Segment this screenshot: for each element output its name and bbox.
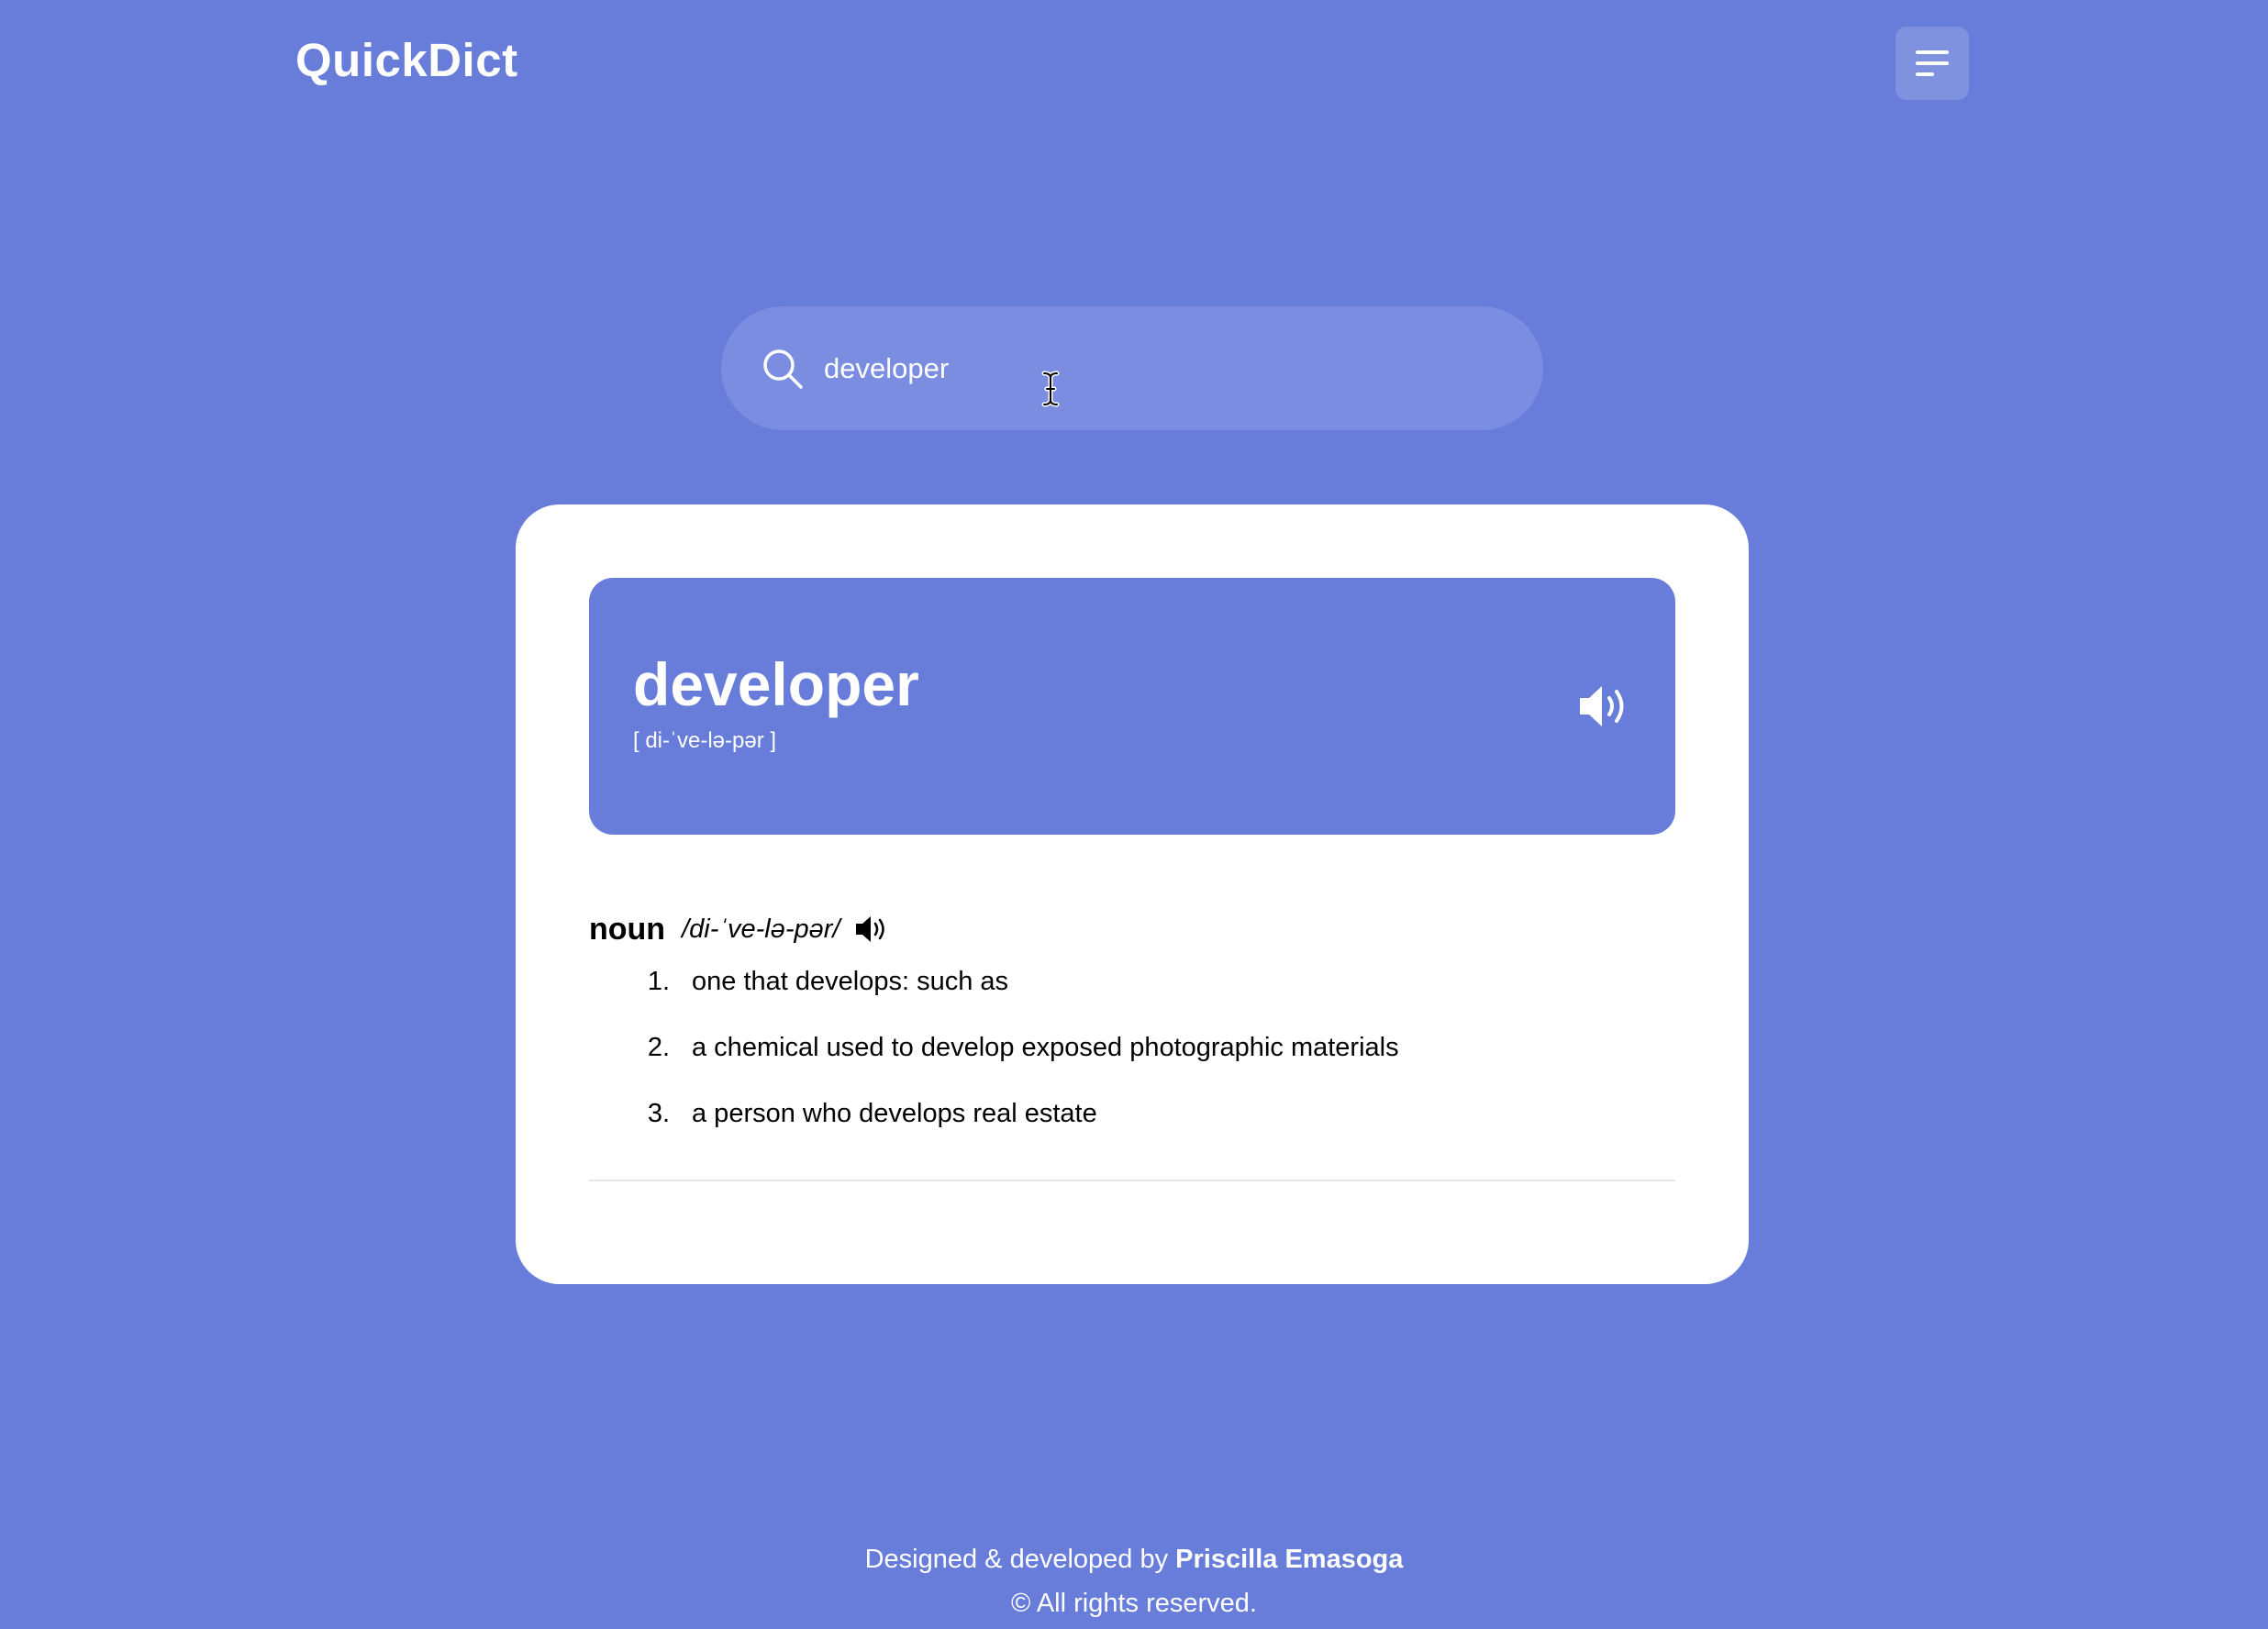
definition-number: 2. [647,1033,670,1062]
definition-list: 1. one that develops: such as 2. a chemi… [589,967,1675,1165]
part-of-speech-line: noun /di-ˈve-lə-pər/ [589,908,1675,950]
definition-text: one that develops: such as [692,967,1009,996]
definition-text: a chemical used to develop exposed photo… [692,1033,1399,1062]
speaker-icon[interactable] [1578,682,1631,730]
definition-item: 2. a chemical used to develop exposed ph… [589,1033,1675,1099]
headword: developer [633,650,919,718]
word-header: developer [ di-ˈve-lə-pər ] [589,578,1675,835]
author-name: Priscilla Emasoga [1175,1545,1404,1574]
logo[interactable]: QuickDict [295,33,518,87]
definition-item: 3. a person who develops real estate [589,1099,1675,1165]
menu-button[interactable] [1896,27,1969,100]
copyright: © All rights reserved. [1011,1589,1257,1618]
result-card: developer [ di-ˈve-lə-pər ] noun /di-ˈve… [516,504,1749,1284]
search-bar[interactable] [721,306,1543,430]
definition-number: 3. [647,1099,670,1128]
definition-text: a person who develops real estate [692,1099,1097,1128]
pos-phonetic: /di-ˈve-lə-pər/ [682,914,840,944]
text-cursor-icon [1041,371,1060,407]
search-icon [763,349,803,389]
headword-phonetic: [ di-ˈve-lə-pər ] [633,728,777,753]
meaning-noun: noun /di-ˈve-lə-pər/ 1. one that develop… [589,908,1675,1165]
credit-prefix: Designed & developed by [864,1545,1169,1574]
footer: Designed & developed by Priscilla Emasog… [0,1537,2268,1625]
definition-number: 1. [647,967,670,996]
divider [589,1180,1675,1181]
menu-icon [1916,50,1949,76]
speaker-icon[interactable] [855,914,890,945]
part-of-speech: noun [589,911,666,947]
footer-credit: Designed & developed by Priscilla Emasog… [0,1537,2268,1581]
definition-item: 1. one that develops: such as [589,967,1675,1033]
search-input[interactable] [824,341,1484,396]
